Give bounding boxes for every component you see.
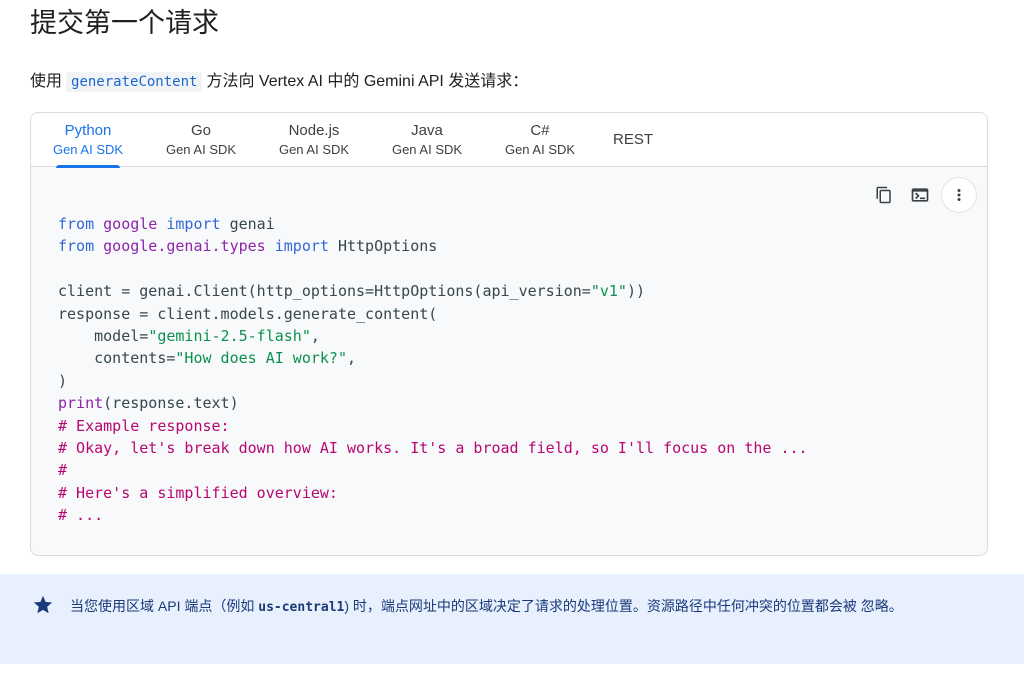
more-options-button[interactable] — [941, 177, 977, 213]
tab-rest[interactable]: REST — [576, 113, 690, 167]
code-comment: # — [58, 461, 68, 480]
page-title: 提交第一个请求 — [30, 8, 219, 38]
tab-label: Node.js — [288, 122, 340, 139]
code-string: "How does AI work?" — [175, 349, 347, 368]
inline-code-region: us-central1 — [258, 600, 345, 615]
tab-sublabel: Gen AI SDK — [391, 142, 463, 157]
tab-sublabel: Gen AI SDK — [278, 142, 350, 157]
intro-after: 方法向 Vertex AI 中的 Gemini API 发送请求： — [206, 73, 529, 90]
code-text: response = client.models.generate_conten… — [58, 304, 438, 323]
note-callout: 当您使用区域 API 端点（例如 us-central1) 时，端点网址中的区域… — [0, 574, 1024, 664]
code-comment: # Here's a simplified overview: — [58, 483, 338, 502]
code-builtin: print — [58, 394, 104, 413]
tab-java[interactable]: Java Gen AI SDK — [370, 113, 484, 167]
intro-text: 使用 generateContent 方法向 Vertex AI 中的 Gemini… — [30, 70, 528, 94]
code-comment: # Example response: — [58, 416, 230, 435]
code-module: google.genai.types — [103, 237, 266, 256]
code-module: google — [103, 215, 158, 233]
tab-label: REST — [612, 131, 653, 148]
code-body: from google import genai from google.gen… — [31, 167, 987, 555]
callout-before: 当您使用区域 API 端点（例如 — [70, 598, 255, 614]
code-keyword: import — [166, 215, 221, 233]
code-text: ) — [58, 371, 68, 390]
tab-label: Go — [190, 122, 211, 139]
terminal-icon — [911, 188, 929, 202]
more-vert-icon — [957, 189, 961, 201]
language-tabs: Python Gen AI SDK Go Gen AI SDK Node.js … — [31, 113, 987, 168]
code-keyword: import — [274, 237, 329, 256]
tab-sublabel: Gen AI SDK — [504, 142, 576, 157]
code-text: , — [347, 349, 357, 368]
inline-code-generatecontent: generateContent — [66, 72, 203, 92]
code-string: "v1" — [590, 282, 627, 301]
code-text: client = genai.Client(http_options=HttpO… — [58, 282, 591, 301]
intro-before: 使用 — [30, 73, 63, 90]
tab-sublabel: Gen AI SDK — [165, 142, 237, 157]
code-comment: # ... — [58, 506, 104, 525]
code-text: (response.text) — [103, 394, 239, 413]
open-in-shell-button[interactable] — [905, 180, 935, 210]
callout-after: ) 时，端点网址中的区域决定了请求的处理位置。资源路径中任何冲突的位置都会被 忽… — [344, 598, 903, 614]
tab-label: Python — [64, 122, 112, 139]
code-sample-card: Python Gen AI SDK Go Gen AI SDK Node.js … — [30, 112, 988, 556]
tab-python[interactable]: Python Gen AI SDK — [31, 113, 145, 168]
code-text: )) — [626, 282, 646, 301]
tab-label: Java — [411, 122, 443, 139]
code-keyword: from — [58, 237, 95, 256]
tab-nodejs[interactable]: Node.js Gen AI SDK — [257, 113, 371, 167]
callout-text: 当您使用区域 API 端点（例如 us-central1) 时，端点网址中的区域… — [70, 594, 980, 620]
code-keyword: from — [58, 215, 95, 233]
code-text: contents= — [58, 349, 176, 368]
copy-button[interactable] — [869, 180, 899, 210]
code-string: "gemini-2.5-flash" — [148, 327, 311, 346]
tab-go[interactable]: Go Gen AI SDK — [144, 113, 258, 167]
tab-sublabel: Gen AI SDK — [52, 142, 124, 157]
code-block: from google import genai from google.gen… — [58, 213, 808, 527]
code-text: model= — [58, 327, 149, 346]
copy-icon — [876, 186, 891, 204]
code-comment: # Okay, let's break down how AI works. I… — [58, 439, 808, 458]
code-text: genai — [229, 215, 275, 233]
code-text: , — [310, 327, 320, 346]
code-actions — [869, 177, 977, 213]
tab-label: C# — [530, 122, 550, 139]
star-icon — [33, 595, 53, 614]
code-text: HttpOptions — [337, 237, 438, 256]
